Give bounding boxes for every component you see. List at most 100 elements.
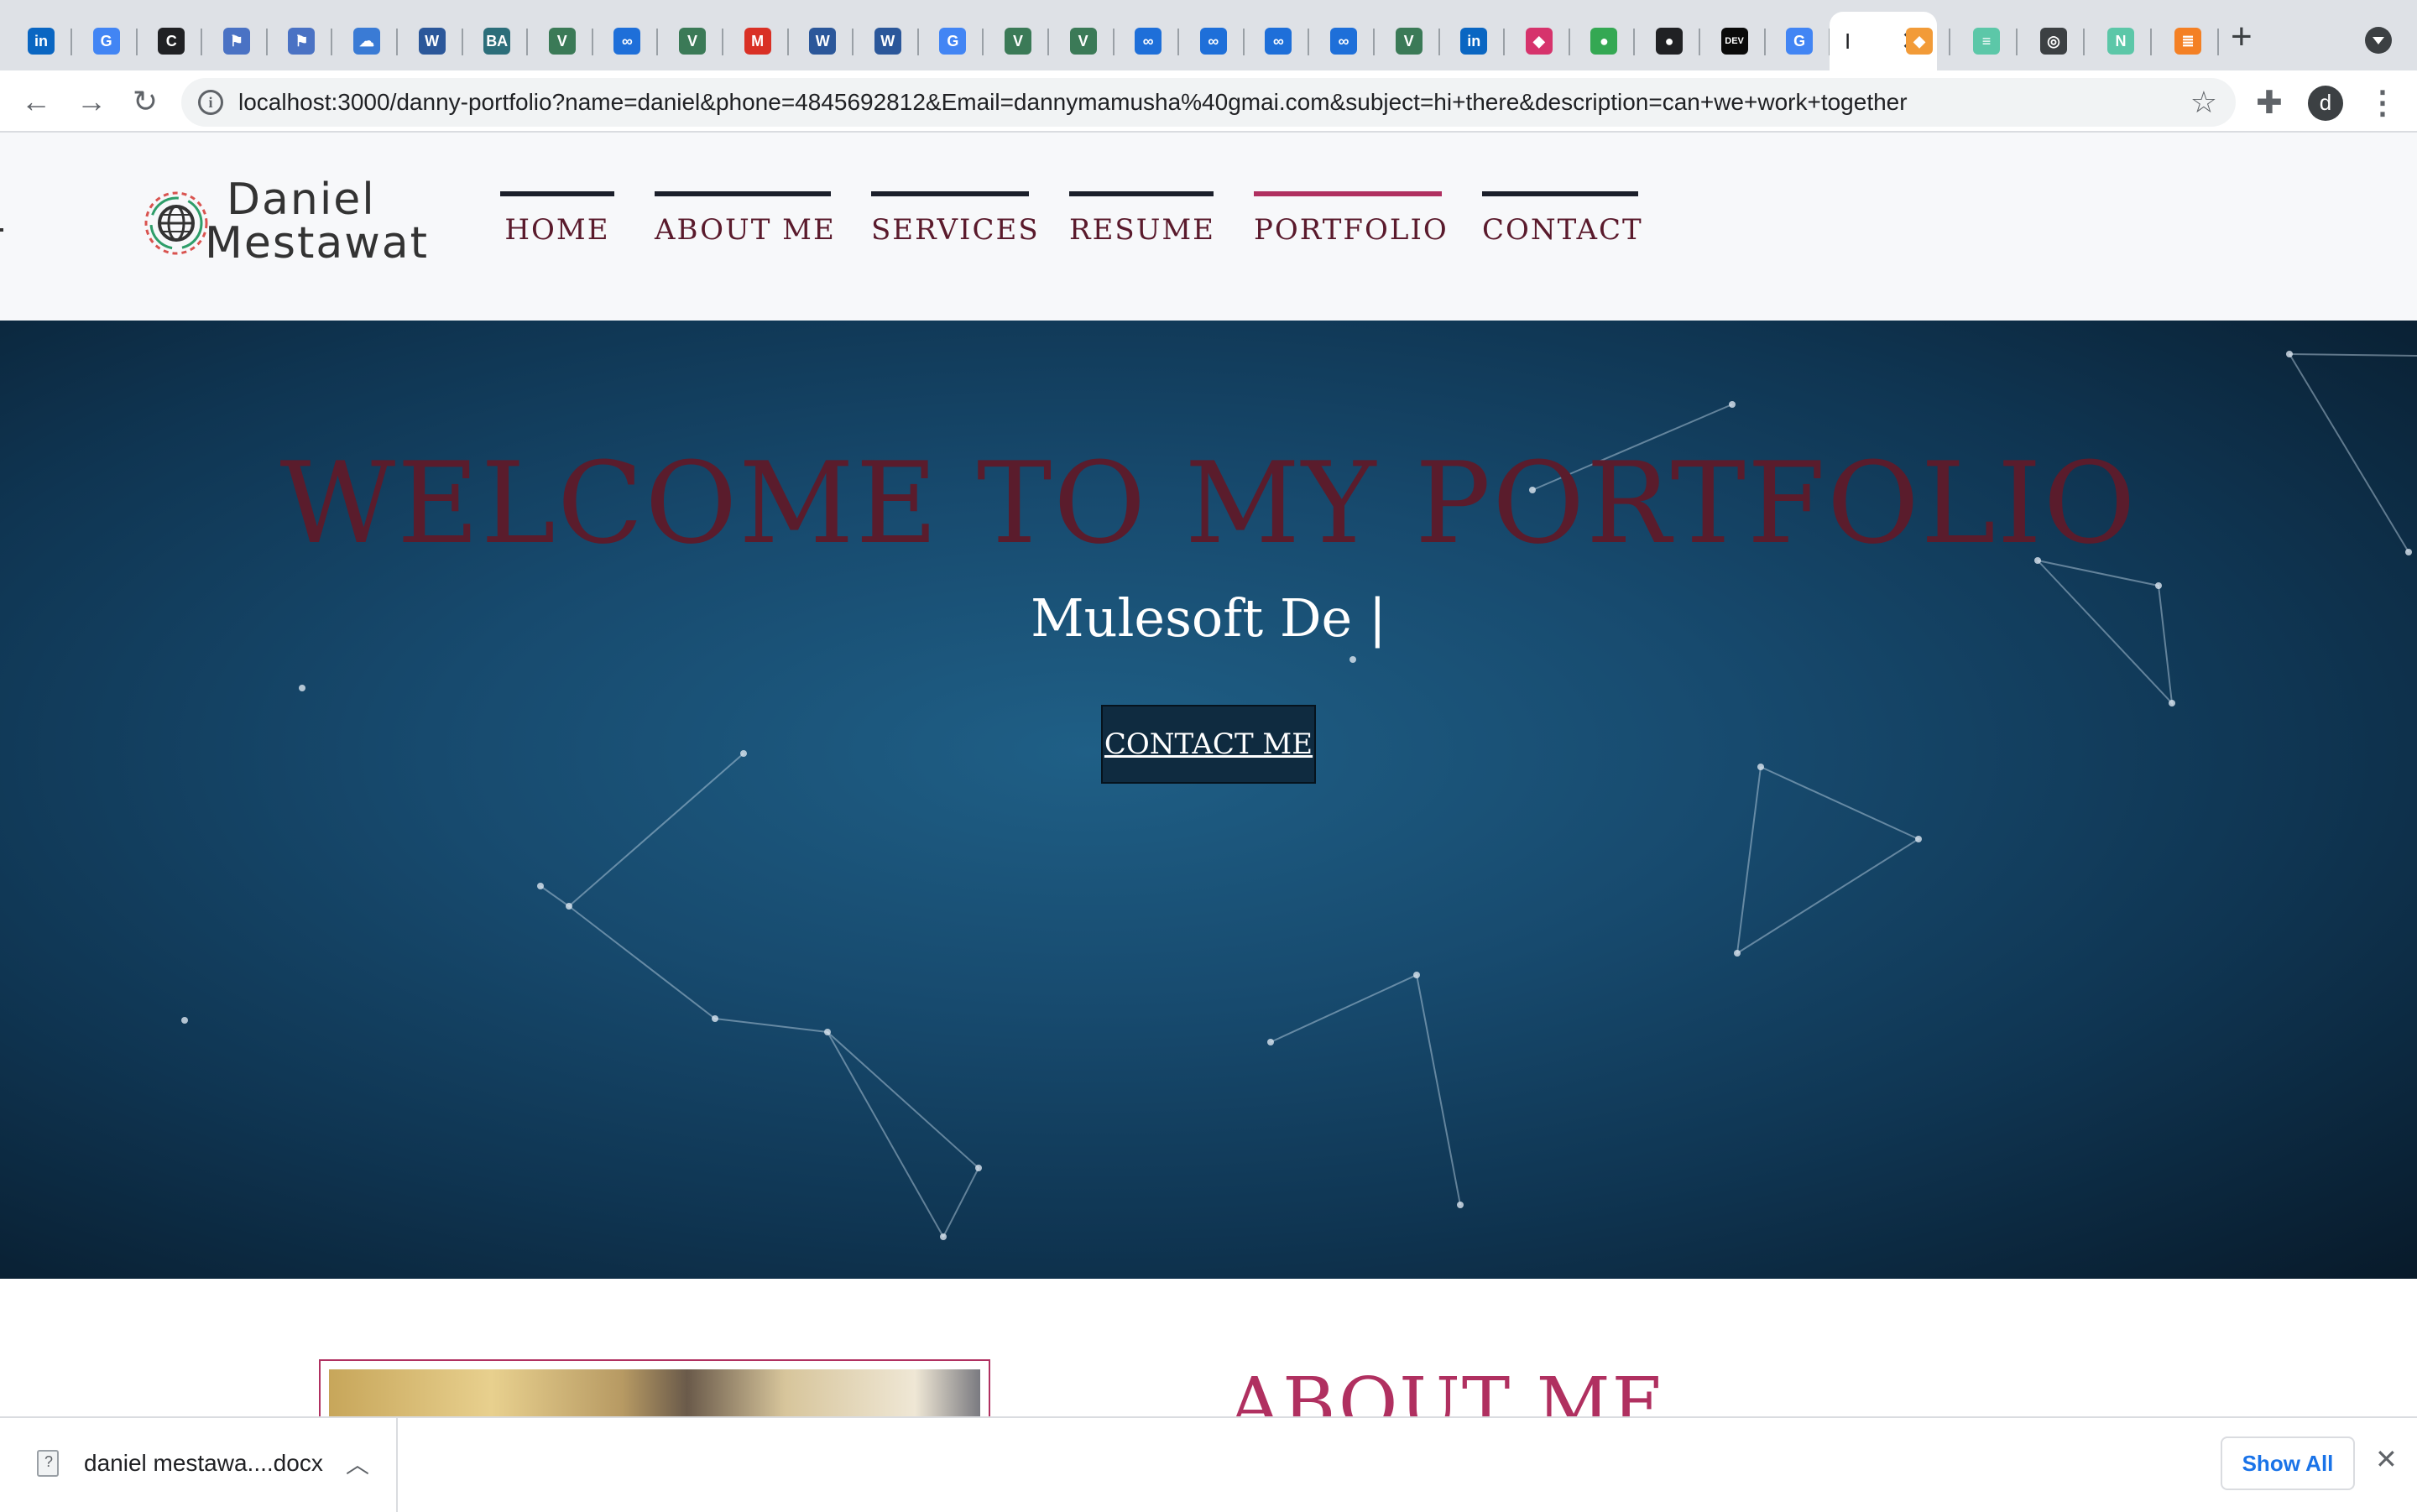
vec-icon: V <box>548 28 576 55</box>
browser-tab[interactable]: ∞ <box>1314 12 1375 70</box>
chevron-up-icon[interactable]: ︿ <box>346 1447 369 1480</box>
site-logo[interactable]: Daniel Mestawat <box>143 175 427 269</box>
browser-tab[interactable]: V <box>663 12 723 70</box>
hero-section: WELCOME TO MY PORTFOLIO Mulesoft De | CO… <box>0 321 2417 1279</box>
tab-strip: inGC⚑⚑☁WBAV∞VMWWGVV∞∞∞∞Vin◆●●DEVG I ✕ ◆≡… <box>0 0 2417 70</box>
w-icon: W <box>874 28 901 55</box>
nav-label: ABOUT ME <box>655 213 836 247</box>
browser-tab[interactable]: ● <box>1640 12 1700 70</box>
nav-label: PORTFOLIO <box>1254 213 1449 247</box>
browser-tab[interactable]: G <box>923 12 984 70</box>
browser-tab[interactable]: M <box>728 12 789 70</box>
browser-tab[interactable]: W <box>859 12 919 70</box>
nylas-icon: N <box>2107 28 2134 55</box>
nav-contact[interactable]: CONTACT <box>1482 191 1643 267</box>
tab-separator <box>461 29 463 55</box>
forward-icon[interactable]: → <box>70 81 112 123</box>
browser-tab[interactable]: ◆ <box>1890 12 1950 70</box>
contact-me-button[interactable]: CONTACT ME <box>1101 705 1316 784</box>
maps-icon: ● <box>1590 28 1618 55</box>
tab-separator <box>1308 29 1310 55</box>
nav-home[interactable]: HOME <box>500 191 614 267</box>
show-all-button[interactable]: Show All <box>2221 1436 2355 1490</box>
flag-icon: ⚑ <box>288 28 316 55</box>
browser-tab[interactable]: ∞ <box>598 12 659 70</box>
tab-separator <box>2083 29 2085 55</box>
site-info-icon[interactable]: i <box>198 90 223 115</box>
browser-tab[interactable]: in <box>1444 12 1506 70</box>
browser-tab[interactable]: ◎ <box>2024 12 2085 70</box>
hero-typed-subtitle: Mulesoft De | <box>1031 587 1386 649</box>
reload-icon[interactable]: ↻ <box>124 81 166 123</box>
browser-tab[interactable]: ≡ <box>1957 12 2018 70</box>
browser-tab[interactable]: ◆ <box>1510 12 1570 70</box>
browser-tab[interactable]: ● <box>1574 12 1636 70</box>
browser-tab[interactable]: ∞ <box>1184 12 1245 70</box>
profile-avatar[interactable]: d <box>2308 86 2343 121</box>
back-icon[interactable]: ← <box>15 81 57 123</box>
browser-tab[interactable]: ∞ <box>1249 12 1310 70</box>
new-tab-icon[interactable]: + <box>2231 18 2253 55</box>
browser-tab[interactable]: ☁ <box>337 12 398 70</box>
browser-tab[interactable]: N <box>2091 12 2152 70</box>
browser-tab[interactable]: ∞ <box>1119 12 1180 70</box>
tab-separator <box>396 29 398 55</box>
browser-toolbar: ← → ↻ i localhost:3000/danny-portfolio?n… <box>0 70 2417 133</box>
nav-label: RESUME <box>1069 213 1215 247</box>
vec-icon: V <box>679 28 706 55</box>
nav-services[interactable]: SERVICES <box>871 191 1038 267</box>
download-filename[interactable]: daniel mestawa....docx <box>84 1450 323 1477</box>
shelf-divider <box>396 1418 398 1512</box>
browser-tab[interactable]: ≣ <box>2159 12 2219 70</box>
w-icon: W <box>809 28 837 55</box>
browser-tab[interactable]: ⚑ <box>272 12 333 70</box>
tab-separator <box>916 29 919 55</box>
browser-tab[interactable]: G <box>1770 12 1831 70</box>
browser-tab[interactable]: W <box>403 12 463 70</box>
browser-tab[interactable]: V <box>1380 12 1440 70</box>
browser-tab[interactable]: V <box>533 12 593 70</box>
tab-separator <box>1112 29 1115 55</box>
tab-separator <box>982 29 984 55</box>
browser-tab[interactable]: G <box>77 12 138 70</box>
app-icon: ◆ <box>1525 28 1553 55</box>
flag-orange-icon: ◆ <box>1906 28 1933 55</box>
linkedin-icon: in <box>28 28 55 55</box>
browser-tab[interactable]: V <box>1054 12 1115 70</box>
address-bar[interactable]: i localhost:3000/danny-portfolio?name=da… <box>181 78 2236 127</box>
browser-menu-icon[interactable]: ⋮ <box>2367 84 2399 122</box>
tab-separator <box>1438 29 1440 55</box>
browser-tab[interactable]: ⚑ <box>207 12 268 70</box>
go-icon: ∞ <box>1330 28 1357 55</box>
nav-portfolio[interactable]: PORTFOLIO <box>1254 191 1449 267</box>
close-shelf-icon[interactable]: ✕ <box>2375 1443 2398 1475</box>
linkedin-icon: in <box>1460 28 1488 55</box>
browser-tab[interactable]: BA <box>467 12 529 70</box>
tab-separator <box>656 29 659 55</box>
nav-resume[interactable]: RESUME <box>1069 191 1214 267</box>
about-title: ABOUT ME <box>1229 1363 1667 1416</box>
browser-tab[interactable]: DEV <box>1705 12 1766 70</box>
extensions-icon[interactable]: ✚ <box>2256 84 2283 122</box>
browser-tab[interactable]: C <box>142 12 203 70</box>
cloud-icon: ☁ <box>353 28 380 55</box>
nav-bar <box>1482 191 1638 196</box>
flag-icon: ⚑ <box>222 28 250 55</box>
browser-tab[interactable]: W <box>793 12 854 70</box>
browser-tab[interactable]: in <box>12 12 72 70</box>
logo-last-name: Mestawat <box>205 218 429 269</box>
active-tab-title: I <box>1845 29 1851 54</box>
tab-separator <box>1699 29 1700 55</box>
go-icon: ∞ <box>1135 28 1162 55</box>
globe-icon: ◎ <box>2040 28 2067 55</box>
tab-search-icon[interactable] <box>2365 27 2392 54</box>
nav-label: CONTACT <box>1482 213 1643 247</box>
tab-separator <box>1047 29 1049 55</box>
github-icon: ● <box>1656 28 1683 55</box>
profile-photo <box>329 1369 980 1416</box>
bookmark-star-icon[interactable]: ☆ <box>2190 85 2217 120</box>
url-text[interactable]: localhost:3000/danny-portfolio?name=dani… <box>238 89 1908 116</box>
nav-about[interactable]: ABOUT ME <box>655 191 836 267</box>
about-photo-frame <box>319 1359 990 1416</box>
browser-tab[interactable]: V <box>989 12 1049 70</box>
